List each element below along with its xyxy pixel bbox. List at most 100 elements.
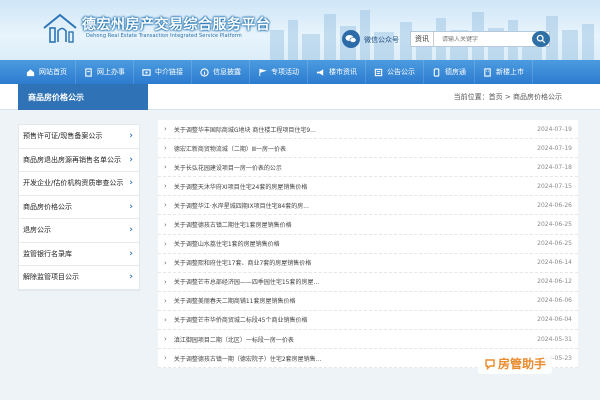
list-item[interactable]: › 德宏汇新商贸物流城（二期）Ⅲ一房一价表 2024-07-19: [158, 139, 578, 159]
list-item[interactable]: › 关于长弘花园建设项目一房一价表的公示 2024-07-18: [158, 158, 578, 178]
chevron-right-icon: ›: [129, 201, 133, 212]
building-icon: [484, 67, 491, 77]
wechat-icon[interactable]: [342, 30, 360, 48]
arrow-right-icon: ›: [164, 277, 167, 286]
notice-list: › 关于调整华丰国际商城G地块 商住楼工程项目住宅9... 2024-07-19 ›…: [158, 120, 578, 369]
nav-item-new-listings[interactable]: 新楼上市: [475, 60, 533, 84]
nav-item-announcements[interactable]: 公告公示: [366, 60, 424, 84]
sidebar-item-presale-permit[interactable]: 预售许可证/现售备案公示 ›: [19, 125, 139, 149]
chevron-right-icon: ›: [129, 248, 133, 259]
list-item-title[interactable]: 关于调整山水荔住宅1套的房屋销售价格: [174, 239, 280, 248]
list-item[interactable]: › 关于调整熙和府住宅17套、商业7套的房屋销售价格 2024-06-14: [158, 254, 578, 273]
sidebar-item-label: 解除监管项目公示: [23, 273, 79, 282]
sidebar-item-label: 预售许可证/现售备案公示: [23, 132, 103, 141]
search-box: 资讯: [410, 31, 550, 47]
breadcrumb-separator: >: [502, 93, 513, 101]
list-item[interactable]: › 关于调整芒市总部经济园——四季园住宅15套的房屋... 2024-06-12: [158, 273, 578, 292]
flag-icon: [259, 68, 267, 76]
list-item-date: 2024-06-06: [537, 297, 572, 305]
breadcrumb: 当前位置： 首页 > 商品房价格公示: [454, 84, 562, 110]
wechat-label[interactable]: 微信公众号: [364, 35, 399, 45]
arrow-right-icon: ›: [164, 144, 167, 153]
arrow-right-icon: ›: [164, 335, 167, 344]
nav-item-agency-links[interactable]: 中介链接: [134, 60, 192, 84]
link-icon: [142, 68, 151, 76]
nav-item-defangtong[interactable]: 德房通: [424, 60, 475, 84]
list-item[interactable]: › 关于调整芒市华侨商贸城二标段45个商业销售价格 2024-06-04: [158, 311, 578, 331]
list-item[interactable]: › 关于调整华江·水岸星城四期IX项目住宅84套的房... 2024-06-26: [158, 196, 578, 216]
list-item[interactable]: › 关于调整山水荔住宅1套的房屋销售价格 2024-06-25: [158, 235, 578, 254]
arrow-right-icon: ›: [164, 163, 167, 172]
chat-bubble-icon: [485, 358, 495, 370]
assistant-label: 房管助手: [498, 357, 547, 371]
search-scope-select[interactable]: 资讯: [411, 32, 434, 46]
list-item-date: 2024-07-18: [537, 163, 572, 171]
list-item-date: 2024-06-25: [537, 221, 572, 229]
list-item-title[interactable]: 滇江御园项目二期（北区）一标段一房一价表: [174, 335, 294, 344]
nav-label: 公告公示: [387, 68, 415, 76]
sidebar-item-price-notice[interactable]: 商品房价格公示 ›: [19, 196, 139, 219]
list-item-title[interactable]: 关于调整华江·水岸星城四期IX项目住宅84套的房...: [174, 201, 309, 210]
sidebar-item-release-supervision[interactable]: 解除监管项目公示 ›: [19, 266, 139, 290]
housing-assistant-button[interactable]: 房管助手: [478, 353, 553, 374]
list-item-title[interactable]: 关于调整德孩古镇一期（德宏院子）住宅2套房屋销售...: [174, 354, 322, 363]
list-item[interactable]: › 关于调整天沐华府XI项目住宅24套的房屋销售价格 2024-07-15: [158, 177, 578, 197]
list-item-title[interactable]: 德宏汇新商贸物流城（二期）Ⅲ一房一价表: [174, 144, 286, 153]
list-item-title[interactable]: 关于长弘花园建设项目一房一价表的公示: [174, 163, 282, 172]
list-item-date: 2024-07-19: [537, 144, 572, 152]
list-item-date: 2024-06-12: [537, 278, 572, 286]
sidebar-item-label: 开发企业/估价机构资质审查公示: [23, 179, 124, 188]
list-item-title[interactable]: 关于调整德孩古镇二期住宅1套房屋销售价格: [174, 220, 292, 229]
list-item-date: 2024-07-19: [537, 125, 572, 133]
nav-item-special-events[interactable]: 专项活动: [250, 60, 308, 84]
document-icon: [85, 67, 92, 77]
list-item[interactable]: › 关于调整美丽春天二期商铺11套房屋销售价格 2024-06-06: [158, 292, 578, 311]
nav-label: 中介链接: [155, 68, 183, 76]
breadcrumb-prefix: 当前位置：: [453, 93, 489, 101]
list-item-title[interactable]: 关于调整天沐华府XI项目住宅24套的房屋销售价格: [174, 182, 308, 191]
list-item-title[interactable]: 关于调整美丽春天二期商铺11套房屋销售价格: [174, 296, 296, 305]
search-button[interactable]: [532, 31, 550, 47]
list-item-date: 2024-06-25: [537, 240, 572, 248]
breadcrumb-home[interactable]: 首页: [489, 92, 503, 102]
list-item-date: 2024-07-15: [537, 182, 572, 190]
nav-label: 楼市资讯: [329, 68, 357, 76]
list-item[interactable]: › 关于调整华丰国际商城G地块 商住楼工程项目住宅9... 2024-07-19: [158, 120, 578, 140]
site-header: 德宏州房产交易综合服务平台 Dehong Real Estate Transac…: [0, 0, 600, 60]
nav-item-home[interactable]: 网站首页: [18, 60, 76, 84]
nav-label: 新楼上市: [496, 68, 524, 76]
site-logo[interactable]: [42, 12, 78, 46]
list-item-title[interactable]: 关于调整华丰国际商城G地块 商住楼工程项目住宅9...: [174, 125, 316, 134]
sidebar-item-refund-notice[interactable]: 退房公示 ›: [19, 219, 139, 243]
arrow-right-icon: ›: [164, 239, 167, 248]
nav-item-disclosure[interactable]: 信息披露: [192, 60, 250, 84]
sidebar-item-resale-list[interactable]: 商品房退出房源再销售名单公示 ›: [19, 149, 139, 172]
search-icon: [536, 34, 546, 44]
sidebar-item-qualification[interactable]: 开发企业/估价机构资质审查公示 ›: [19, 172, 139, 196]
nav-label: 德房通: [445, 68, 466, 76]
arrow-right-icon: ›: [164, 258, 167, 267]
list-item[interactable]: › 关于调整德孩古镇二期住宅1套房屋销售价格 2024-06-25: [158, 215, 578, 235]
arrow-right-icon: ›: [164, 182, 167, 191]
sidebar-item-bank-directory[interactable]: 监管银行名录库 ›: [19, 243, 139, 266]
list-item-title[interactable]: 关于调整熙和府住宅17套、商业7套的房屋销售价格: [174, 258, 311, 267]
site-title: 德宏州房产交易综合服务平台: [82, 17, 271, 33]
sidebar-item-label: 退房公示: [23, 226, 51, 235]
nav-label: 网上办事: [97, 68, 125, 76]
search-input[interactable]: [434, 35, 534, 43]
nav-item-online-service[interactable]: 网上办事: [76, 60, 134, 84]
breadcrumb-current: 商品房价格公示: [513, 93, 562, 101]
list-item-date: 2024-06-04: [537, 316, 572, 324]
sidebar: 预售许可证/现售备案公示 › 商品房退出房源再销售名单公示 › 开发企业/估价机构资…: [18, 124, 140, 291]
list-item-title[interactable]: 关于调整芒市华侨商贸城二标段45个商业销售价格: [174, 315, 308, 324]
list-item-title[interactable]: 关于调整芒市总部经济园——四季园住宅15套的房屋...: [174, 277, 319, 286]
list-item[interactable]: › 滇江御园项目二期（北区）一标段一房一价表 2024-05-31: [158, 330, 578, 350]
skyline-decoration: [270, 10, 594, 60]
chevron-right-icon: ›: [129, 154, 133, 165]
home-icon: [26, 68, 35, 76]
nav-item-market-news[interactable]: 楼市资讯: [308, 60, 366, 84]
list-item-date: 2024-05-31: [537, 335, 572, 343]
chevron-right-icon: ›: [129, 131, 133, 142]
section-strip: 商品房价格公示 当前位置： 首页 > 商品房价格公示: [0, 84, 600, 110]
app-icon: [433, 67, 440, 77]
